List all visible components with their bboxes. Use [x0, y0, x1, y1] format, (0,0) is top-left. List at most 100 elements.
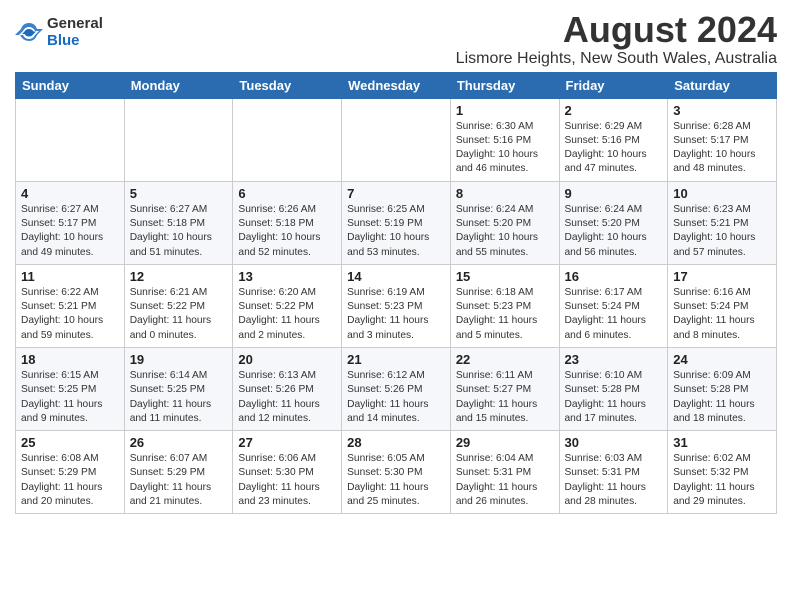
header-wednesday: Wednesday — [342, 72, 451, 98]
day-number: 27 — [238, 435, 336, 450]
header-thursday: Thursday — [450, 72, 559, 98]
day-info: Sunrise: 6:22 AM Sunset: 5:21 PM Dayligh… — [21, 286, 119, 343]
header-friday: Friday — [559, 72, 668, 98]
calendar-cell-w2-d2: 13Sunrise: 6:20 AM Sunset: 5:22 PM Dayli… — [233, 264, 342, 347]
day-number: 1 — [456, 103, 554, 118]
day-number: 8 — [456, 186, 554, 201]
day-info: Sunrise: 6:21 AM Sunset: 5:22 PM Dayligh… — [130, 286, 228, 343]
calendar-cell-w0-d3 — [342, 98, 451, 181]
calendar-cell-w0-d2 — [233, 98, 342, 181]
calendar-cell-w3-d1: 19Sunrise: 6:14 AM Sunset: 5:25 PM Dayli… — [124, 347, 233, 430]
day-info: Sunrise: 6:05 AM Sunset: 5:30 PM Dayligh… — [347, 452, 445, 509]
calendar-cell-w4-d1: 26 Sunrise: 6:07 AM Sunset: 5:29 PM Dayli… — [124, 431, 233, 514]
calendar-cell-w1-d1: 5Sunrise: 6:27 AM Sunset: 5:18 PM Daylig… — [124, 181, 233, 264]
logo: General Blue — [15, 16, 103, 49]
day-number: 29 — [456, 435, 554, 450]
calendar-cell-w1-d6: 10 Sunrise: 6:23 AM Sunset: 5:21 PM Dayli… — [668, 181, 777, 264]
day-info: Sunrise: 6:02 AM Sunset: 5:32 PM Dayligh… — [673, 452, 771, 509]
day-number: 12 — [130, 269, 228, 284]
calendar-cell-w2-d1: 12 Sunrise: 6:21 AM Sunset: 5:22 PM Dayli… — [124, 264, 233, 347]
day-number: 18 — [21, 352, 119, 367]
day-number: 3 — [673, 103, 771, 118]
day-number: 28 — [347, 435, 445, 450]
day-number: 22 — [456, 352, 554, 367]
calendar-cell-w1-d3: 7 Sunrise: 6:25 AM Sunset: 5:19 PM Daylig… — [342, 181, 451, 264]
calendar-cell-w3-d4: 22 Sunrise: 6:11 AM Sunset: 5:27 PM Dayli… — [450, 347, 559, 430]
day-info: Sunrise: 6:28 AM Sunset: 5:17 PM Dayligh… — [673, 120, 771, 177]
calendar-cell-w3-d0: 18Sunrise: 6:15 AM Sunset: 5:25 PM Dayli… — [16, 347, 125, 430]
title-area: August 2024 Lismore Heights, New South W… — [456, 10, 777, 68]
day-info: Sunrise: 6:24 AM Sunset: 5:20 PM Dayligh… — [565, 203, 663, 260]
calendar-cell-w0-d0 — [16, 98, 125, 181]
day-number: 15 — [456, 269, 554, 284]
logo-text: General Blue — [47, 16, 103, 49]
day-number: 11 — [21, 269, 119, 284]
calendar-cell-w1-d2: 6 Sunrise: 6:26 AM Sunset: 5:18 PM Daylig… — [233, 181, 342, 264]
day-info: Sunrise: 6:10 AM Sunset: 5:28 PM Dayligh… — [565, 369, 663, 426]
calendar-cell-w4-d4: 29Sunrise: 6:04 AM Sunset: 5:31 PM Dayli… — [450, 431, 559, 514]
day-info: Sunrise: 6:23 AM Sunset: 5:21 PM Dayligh… — [673, 203, 771, 260]
calendar-cell-w1-d4: 8 Sunrise: 6:24 AM Sunset: 5:20 PM Daylig… — [450, 181, 559, 264]
calendar-cell-w0-d5: 2Sunrise: 6:29 AM Sunset: 5:16 PM Daylig… — [559, 98, 668, 181]
header-saturday: Saturday — [668, 72, 777, 98]
week-row-3: 18Sunrise: 6:15 AM Sunset: 5:25 PM Dayli… — [16, 347, 777, 430]
day-number: 25 — [21, 435, 119, 450]
location-title: Lismore Heights, New South Wales, Austra… — [456, 50, 777, 68]
calendar-cell-w4-d5: 30 Sunrise: 6:03 AM Sunset: 5:31 PM Dayli… — [559, 431, 668, 514]
week-row-4: 25 Sunrise: 6:08 AM Sunset: 5:29 PM Dayli… — [16, 431, 777, 514]
day-info: Sunrise: 6:17 AM Sunset: 5:24 PM Dayligh… — [565, 286, 663, 343]
calendar-cell-w2-d4: 15Sunrise: 6:18 AM Sunset: 5:23 PM Dayli… — [450, 264, 559, 347]
page-header: General Blue August 2024 Lismore Heights… — [15, 10, 777, 68]
calendar-cell-w4-d0: 25 Sunrise: 6:08 AM Sunset: 5:29 PM Dayli… — [16, 431, 125, 514]
day-number: 23 — [565, 352, 663, 367]
day-info: Sunrise: 6:12 AM Sunset: 5:26 PM Dayligh… — [347, 369, 445, 426]
week-row-1: 4 Sunrise: 6:27 AM Sunset: 5:17 PM Daylig… — [16, 181, 777, 264]
day-number: 30 — [565, 435, 663, 450]
header-sunday: Sunday — [16, 72, 125, 98]
day-info: Sunrise: 6:24 AM Sunset: 5:20 PM Dayligh… — [456, 203, 554, 260]
calendar-cell-w4-d6: 31 Sunrise: 6:02 AM Sunset: 5:32 PM Dayli… — [668, 431, 777, 514]
week-row-0: 1Sunrise: 6:30 AM Sunset: 5:16 PM Daylig… — [16, 98, 777, 181]
calendar-cell-w2-d3: 14 Sunrise: 6:19 AM Sunset: 5:23 PM Dayli… — [342, 264, 451, 347]
day-number: 7 — [347, 186, 445, 201]
month-title: August 2024 — [456, 10, 777, 50]
header-tuesday: Tuesday — [233, 72, 342, 98]
day-number: 14 — [347, 269, 445, 284]
day-info: Sunrise: 6:06 AM Sunset: 5:30 PM Dayligh… — [238, 452, 336, 509]
day-info: Sunrise: 6:25 AM Sunset: 5:19 PM Dayligh… — [347, 203, 445, 260]
day-info: Sunrise: 6:26 AM Sunset: 5:18 PM Dayligh… — [238, 203, 336, 260]
calendar-cell-w2-d6: 17Sunrise: 6:16 AM Sunset: 5:24 PM Dayli… — [668, 264, 777, 347]
calendar-header-row: Sunday Monday Tuesday Wednesday Thursday… — [16, 72, 777, 98]
day-number: 5 — [130, 186, 228, 201]
day-info: Sunrise: 6:13 AM Sunset: 5:26 PM Dayligh… — [238, 369, 336, 426]
calendar-cell-w4-d2: 27 Sunrise: 6:06 AM Sunset: 5:30 PM Dayli… — [233, 431, 342, 514]
day-number: 26 — [130, 435, 228, 450]
day-info: Sunrise: 6:11 AM Sunset: 5:27 PM Dayligh… — [456, 369, 554, 426]
calendar-cell-w1-d0: 4 Sunrise: 6:27 AM Sunset: 5:17 PM Daylig… — [16, 181, 125, 264]
day-number: 31 — [673, 435, 771, 450]
day-info: Sunrise: 6:27 AM Sunset: 5:17 PM Dayligh… — [21, 203, 119, 260]
day-info: Sunrise: 6:03 AM Sunset: 5:31 PM Dayligh… — [565, 452, 663, 509]
calendar-cell-w0-d4: 1Sunrise: 6:30 AM Sunset: 5:16 PM Daylig… — [450, 98, 559, 181]
day-info: Sunrise: 6:14 AM Sunset: 5:25 PM Dayligh… — [130, 369, 228, 426]
calendar-cell-w3-d6: 24Sunrise: 6:09 AM Sunset: 5:28 PM Dayli… — [668, 347, 777, 430]
day-number: 4 — [21, 186, 119, 201]
logo-general-text: General — [47, 16, 103, 33]
day-number: 24 — [673, 352, 771, 367]
calendar-cell-w4-d3: 28 Sunrise: 6:05 AM Sunset: 5:30 PM Dayli… — [342, 431, 451, 514]
day-info: Sunrise: 6:19 AM Sunset: 5:23 PM Dayligh… — [347, 286, 445, 343]
day-info: Sunrise: 6:07 AM Sunset: 5:29 PM Dayligh… — [130, 452, 228, 509]
day-info: Sunrise: 6:29 AM Sunset: 5:16 PM Dayligh… — [565, 120, 663, 177]
calendar-cell-w2-d5: 16Sunrise: 6:17 AM Sunset: 5:24 PM Dayli… — [559, 264, 668, 347]
calendar-cell-w3-d5: 23 Sunrise: 6:10 AM Sunset: 5:28 PM Dayli… — [559, 347, 668, 430]
day-number: 9 — [565, 186, 663, 201]
calendar-cell-w0-d1 — [124, 98, 233, 181]
day-number: 6 — [238, 186, 336, 201]
logo-icon — [15, 19, 43, 47]
day-info: Sunrise: 6:08 AM Sunset: 5:29 PM Dayligh… — [21, 452, 119, 509]
calendar-cell-w1-d5: 9 Sunrise: 6:24 AM Sunset: 5:20 PM Daylig… — [559, 181, 668, 264]
day-number: 10 — [673, 186, 771, 201]
day-number: 21 — [347, 352, 445, 367]
header-monday: Monday — [124, 72, 233, 98]
calendar-table: Sunday Monday Tuesday Wednesday Thursday… — [15, 72, 777, 515]
